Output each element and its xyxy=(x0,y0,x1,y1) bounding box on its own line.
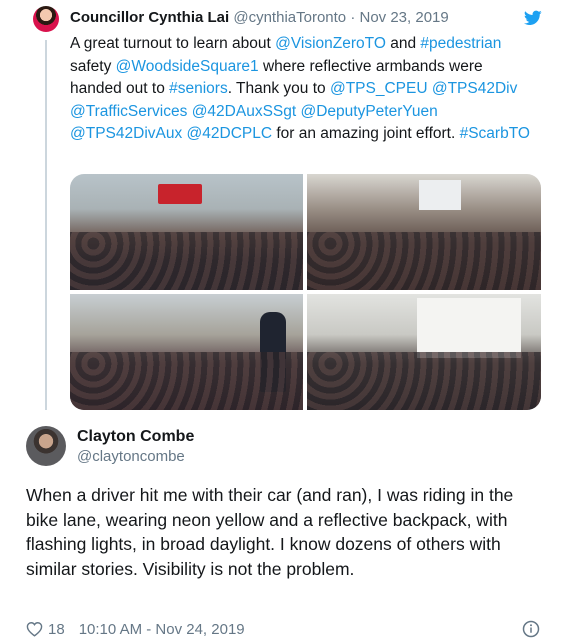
author-handle[interactable]: @claytoncombe xyxy=(77,448,185,465)
mention-link[interactable]: @TrafficServices xyxy=(70,103,187,120)
mention-link[interactable]: @42DCPLC xyxy=(187,125,273,142)
parent-tweet[interactable]: Councillor Cynthia Lai @cynthiaToronto ·… xyxy=(0,0,564,420)
photo-group-thumbs-up[interactable] xyxy=(307,294,541,410)
mention-link[interactable]: @TPS42DivAux xyxy=(70,125,182,142)
tweet-date[interactable]: Nov 23, 2019 xyxy=(360,9,449,26)
parent-tweet-text: A great turnout to learn about @VisionZe… xyxy=(70,33,530,146)
photo-audience-seated[interactable] xyxy=(307,174,541,290)
thread-line xyxy=(45,40,47,410)
mention-link[interactable]: @DeputyPeterYuen xyxy=(300,103,437,120)
author-name[interactable]: Councillor Cynthia Lai xyxy=(70,9,229,26)
store-sign xyxy=(158,184,202,204)
tweet-text-fragment: A great turnout to learn about xyxy=(70,35,276,52)
like-count[interactable]: 18 xyxy=(48,621,65,638)
tweet-footer: 18 10:10 AM - Nov 24, 2019 xyxy=(26,619,245,639)
parent-tweet-header: Councillor Cynthia Lai @cynthiaToronto ·… xyxy=(70,9,449,26)
info-icon[interactable] xyxy=(522,620,540,638)
separator-dot: · xyxy=(350,9,356,26)
crowd-shape xyxy=(307,352,541,410)
mention-link[interactable]: @TPS_CPEU xyxy=(330,80,428,97)
author-handle[interactable]: @cynthiaToronto xyxy=(233,9,346,26)
crowd-shape xyxy=(70,352,303,410)
photo-grid[interactable] xyxy=(70,174,541,410)
mention-link[interactable]: @42DAuxSSgt xyxy=(192,103,296,120)
avatar[interactable] xyxy=(33,6,59,32)
mention-link[interactable]: @VisionZeroTO xyxy=(275,35,386,52)
projector-screen xyxy=(419,180,461,210)
tweet-text-fragment: and xyxy=(385,35,421,52)
tweet-text-fragment: safety xyxy=(70,57,116,75)
mention-link[interactable]: @WoodsideSquare1 xyxy=(116,58,259,75)
crowd-shape xyxy=(70,232,303,290)
author-name[interactable]: Clayton Combe xyxy=(77,428,194,446)
photo-mall-crowd[interactable] xyxy=(70,174,303,290)
hashtag-link[interactable]: #pedestrian xyxy=(420,35,501,52)
mention-link[interactable]: @TPS42Div xyxy=(432,80,518,97)
photo-armband-handout[interactable] xyxy=(70,294,303,410)
hashtag-link[interactable]: #seniors xyxy=(169,80,228,97)
avatar[interactable] xyxy=(26,426,66,466)
heart-icon[interactable] xyxy=(26,621,43,637)
reply-tweet-text: When a driver hit me with their car (and… xyxy=(26,485,514,579)
hashtag-link[interactable]: #ScarbTO xyxy=(460,125,530,142)
whiteboard-shape xyxy=(417,298,521,358)
twitter-bird-icon[interactable] xyxy=(524,10,542,26)
tweet-timestamp[interactable]: 10:10 AM - Nov 24, 2019 xyxy=(79,621,245,638)
tweet-text-fragment: . Thank you to xyxy=(227,80,330,97)
tweet-text-fragment: for an amazing joint effort. xyxy=(272,125,460,142)
crowd-shape xyxy=(307,232,541,290)
